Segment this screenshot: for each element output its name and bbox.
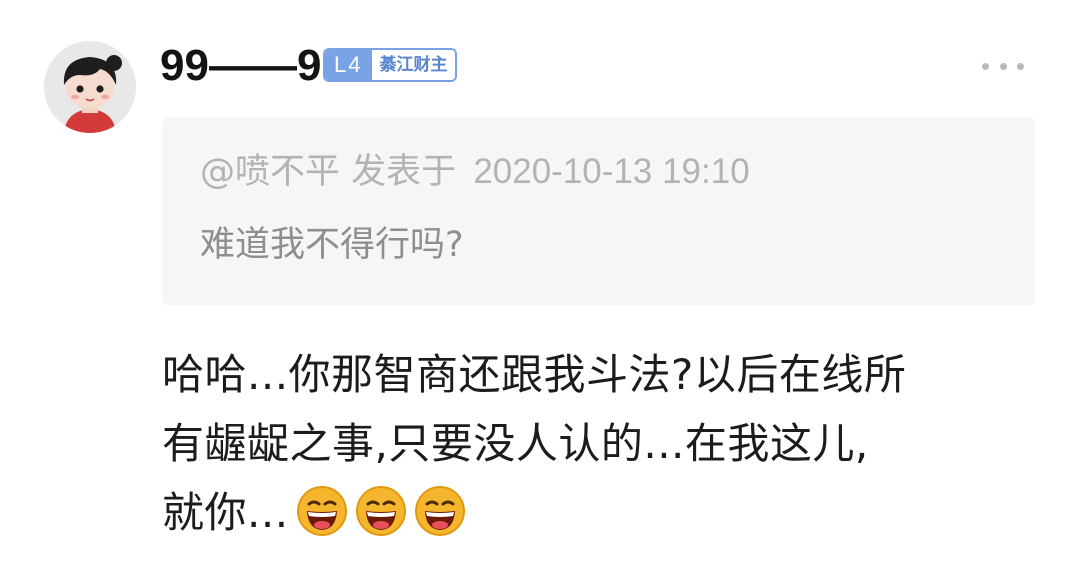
comment-line: 哈哈...你那智商还跟我斗法?以后在线所 (162, 350, 907, 399)
more-dot-icon (1017, 62, 1024, 70)
username[interactable]: 99——9 (160, 38, 321, 94)
comment-line: 有龌龊之事,只要没人认的...在我这儿, (162, 419, 869, 468)
quote-text: 难道我不得行吗? (200, 225, 464, 265)
avatar[interactable] (44, 41, 136, 133)
more-dot-icon (999, 62, 1007, 70)
comment-body: 哈哈...你那智商还跟我斗法?以后在线所 有龌龊之事,只要没人认的...在我这儿… (162, 340, 1042, 547)
quote-date: 2020-10-13 19:10 (473, 152, 750, 191)
laughing-face-icon (414, 485, 466, 537)
laughing-face-icon (296, 485, 348, 537)
comment-line-last: 就你... (162, 478, 1042, 547)
quote-verb: 发表于 (351, 152, 457, 192)
level-badge: L4 綦江财主 (323, 48, 458, 82)
comment-text: 就你... (162, 488, 289, 537)
more-dot-icon (982, 62, 989, 70)
quote-meta: @喷不平 发表于 2020-10-13 19:10 (200, 151, 750, 193)
more-options-button[interactable] (982, 58, 1024, 74)
laughing-face-icon (355, 485, 407, 537)
quote-author[interactable]: @喷不平 (200, 152, 340, 192)
level-title: 綦江财主 (372, 50, 456, 80)
cartoon-girl-avatar-icon (44, 41, 136, 133)
quoted-reply[interactable]: @喷不平 发表于 2020-10-13 19:10 难道我不得行吗? (162, 117, 1035, 305)
level-label: L4 (325, 50, 373, 80)
